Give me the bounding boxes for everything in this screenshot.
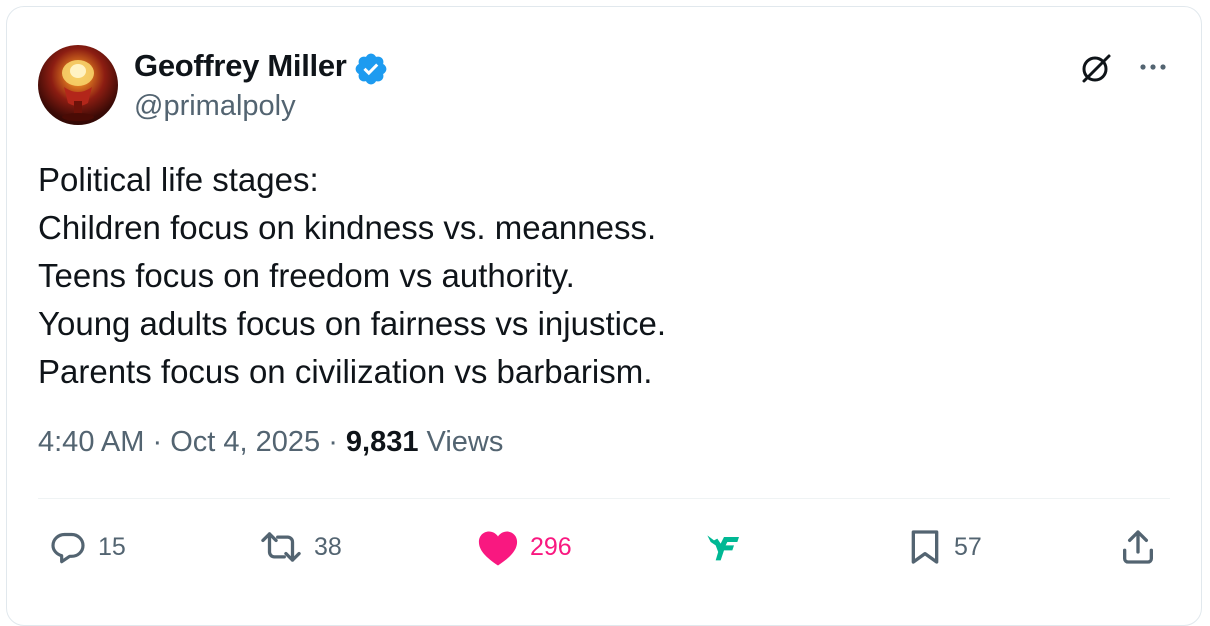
meta-separator: · (328, 426, 346, 458)
divider (38, 498, 1170, 499)
reply-button[interactable]: 15 (48, 524, 126, 570)
author-avatar[interactable] (38, 45, 118, 125)
tweet-line: Political life stages: (38, 161, 319, 198)
views-count: 9,831 (345, 426, 419, 458)
tweet-line: Parents focus on civilization vs barbari… (38, 353, 653, 390)
tweet-line: Teens focus on freedom vs authority. (38, 257, 575, 294)
grok-logo-icon (707, 535, 739, 561)
share-icon (1123, 530, 1153, 564)
more-options-icon (1140, 64, 1166, 70)
bookmark-button[interactable]: 57 (906, 524, 982, 570)
reply-count: 15 (98, 532, 126, 561)
reply-icon (51, 532, 85, 564)
views-label: Views (426, 426, 504, 458)
tweet-text: Political life stages: Children focus on… (38, 156, 1178, 396)
grok-button[interactable] (1078, 50, 1114, 86)
repost-count: 38 (314, 532, 342, 561)
like-button[interactable]: 296 (476, 524, 572, 570)
tweet-date[interactable]: Oct 4, 2025 (170, 426, 320, 458)
bookmark-icon (911, 530, 939, 564)
tweet-line: Children focus on kindness vs. meanness. (38, 209, 657, 246)
author-handle[interactable]: @primalpoly (134, 90, 296, 123)
author-name[interactable]: Geoffrey Miller (134, 48, 347, 84)
repost-button[interactable]: 38 (258, 524, 342, 570)
grok-action-button[interactable] (704, 524, 744, 570)
more-options-button[interactable] (1135, 50, 1171, 86)
repost-icon (261, 532, 301, 562)
tweet-metadata: 4:40 AM · Oct 4, 2025 · 9,831 Views (38, 426, 503, 459)
share-button[interactable] (1118, 524, 1158, 570)
verified-badge-icon (355, 53, 387, 85)
tweet-time[interactable]: 4:40 AM (38, 426, 144, 458)
meta-separator: · (152, 426, 171, 458)
avatar-image (62, 60, 94, 121)
bookmark-count: 57 (954, 532, 982, 561)
like-count: 296 (530, 532, 572, 561)
tweet-line: Young adults focus on fairness vs injust… (38, 305, 666, 342)
heart-icon (478, 531, 518, 566)
grok-icon (1082, 54, 1111, 83)
